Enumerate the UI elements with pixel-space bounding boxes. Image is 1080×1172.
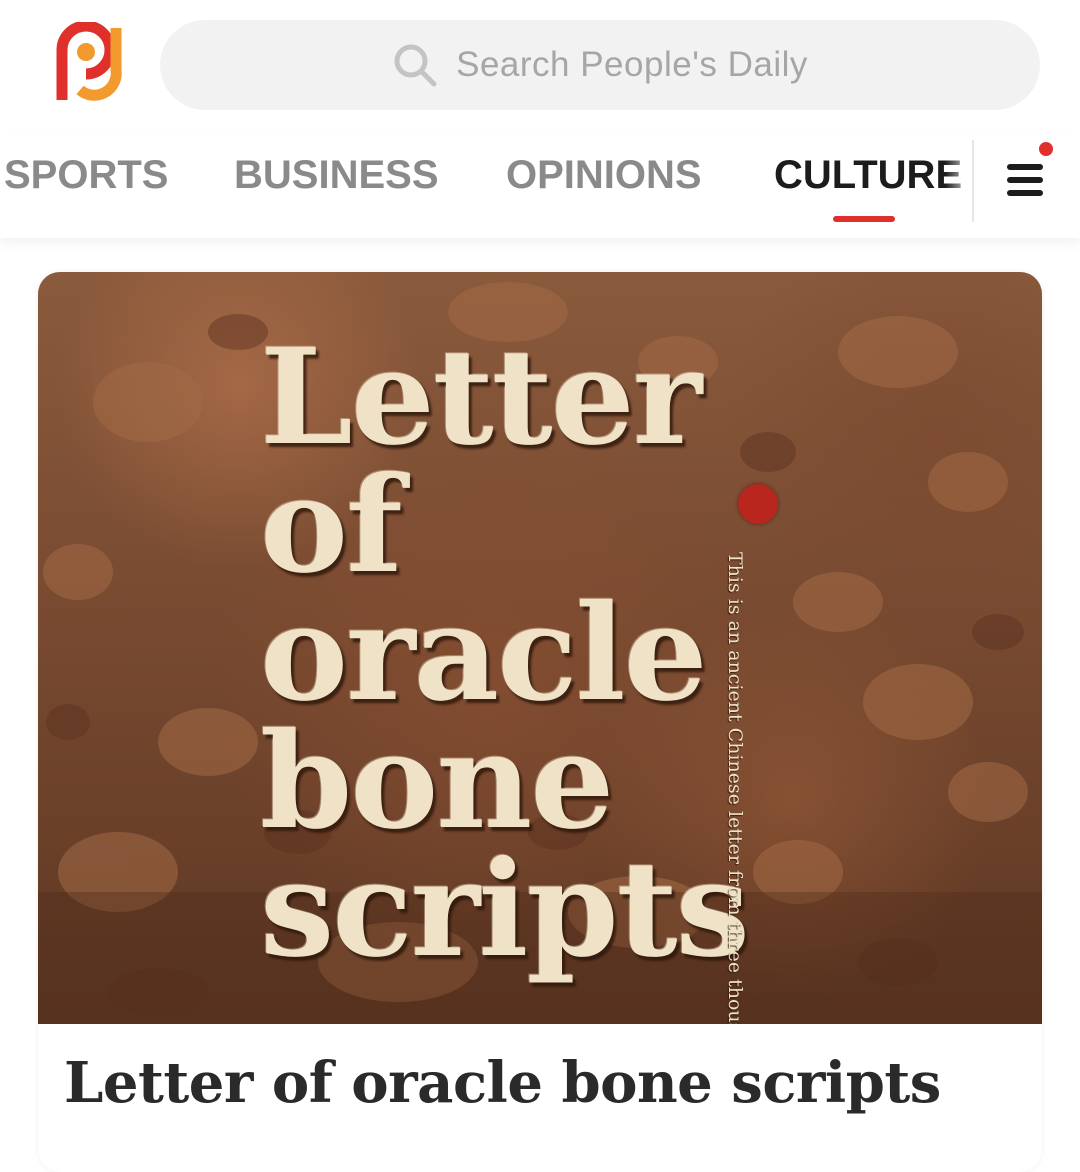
tabs-divider (972, 140, 974, 222)
tab-business[interactable]: BUSINESS (234, 150, 439, 200)
tabs-fade-overlay (945, 130, 975, 230)
tab-sports[interactable]: SPORTS (4, 150, 168, 200)
article-hero-image[interactable]: Letter of oracle bone scripts This is an… (38, 272, 1042, 1024)
hero-vertical-caption: This is an ancient Chinese letter from t… (724, 552, 746, 1024)
article-title[interactable]: Letter of oracle bone scripts (64, 1050, 941, 1116)
search-placeholder: Search People's Daily (456, 45, 808, 84)
active-tab-indicator (833, 216, 895, 222)
article-card[interactable]: Letter of oracle bone scripts This is an… (38, 272, 1042, 1172)
menu-button[interactable] (995, 142, 1065, 212)
hamburger-menu-bar (1007, 190, 1043, 196)
tab-culture[interactable]: CULTURE (774, 150, 962, 200)
hamburger-menu-bar (1007, 177, 1043, 183)
app-header: Search People's Daily (0, 0, 1080, 130)
notification-dot (1039, 142, 1053, 156)
peoples-daily-logo[interactable] (50, 22, 130, 102)
search-bar[interactable]: Search People's Daily (160, 20, 1040, 110)
section-tabs: SPORTS BUSINESS OPINIONS CULTURE (0, 130, 1080, 238)
search-icon (394, 44, 437, 87)
tab-opinions[interactable]: OPINIONS (506, 150, 702, 200)
red-seal-stamp (738, 484, 778, 524)
hamburger-menu-icon (1007, 164, 1043, 170)
